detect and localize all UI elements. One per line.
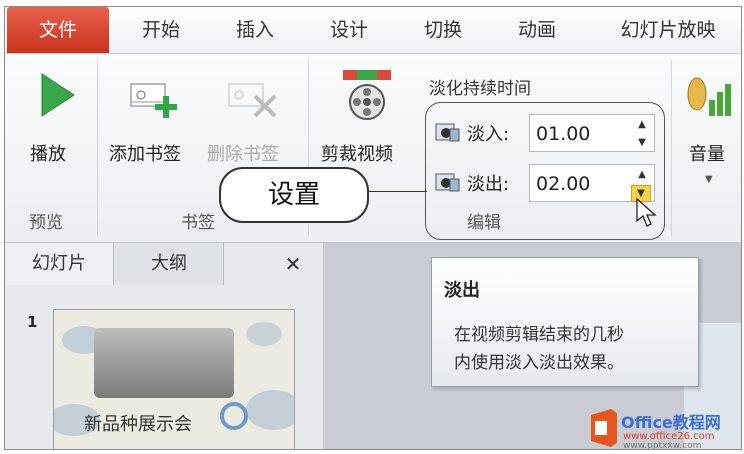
tab-transitions[interactable]: 切换 [397,7,489,53]
app-window: 文件 开始 插入 设计 切换 动画 幻灯片放映 播放 预览 添加书签 删除书签 … [4,6,742,450]
mouse-cursor-icon [636,197,657,227]
ribbon-tab-bar: 文件 开始 插入 设计 切换 动画 幻灯片放映 [5,7,741,54]
tab-animations[interactable]: 动画 [491,7,583,53]
tab-slides[interactable]: 幻灯片 [5,243,114,285]
fade-out-tooltip: 淡出 在视频剪辑结束的几秒 内使用淡入淡出效果。 [431,257,699,387]
trim-video-label: 剪裁视频 [321,144,393,165]
ribbon: 播放 预览 添加书签 删除书签 书签 剪裁视频 淡化持续时间 淡入: 01.00… [5,54,741,243]
watermark-url-2: www.pptxxw.com [623,441,702,450]
play-label: 播放 [30,144,66,165]
tab-slideshow[interactable]: 幻灯片放映 [595,7,741,53]
callout-leader-line [367,191,427,192]
remove-bookmark-label: 删除书签 [207,144,279,165]
tab-file[interactable]: 文件 [7,7,109,53]
fade-out-row: 淡出: 02.00 ▲ ▼ [435,164,661,202]
play-icon [41,73,75,117]
fade-out-up-icon[interactable]: ▲ [633,167,651,182]
fade-duration-title: 淡化持续时间 [429,79,531,99]
play-button[interactable]: 播放 [13,64,91,199]
tooltip-line-1: 在视频剪辑结束的几秒 [454,325,624,345]
fade-out-icon [435,173,460,192]
volume-dropdown-icon[interactable]: ▼ [705,174,713,185]
watermark-brand: Office教程网 [621,413,721,432]
office-logo-icon [591,409,617,447]
volume-icon [687,77,731,116]
slides-panel: 幻灯片 大纲 ✕ 1 新品种展示会 [5,243,324,449]
fade-in-value: 01.00 [536,123,591,145]
fade-in-input[interactable]: 01.00 ▲ ▼ [529,114,655,152]
tab-design[interactable]: 设计 [303,7,395,53]
fade-out-value: 02.00 [536,173,591,195]
fade-out-label: 淡出: [467,174,510,195]
add-bookmark-button[interactable]: 添加书签 [105,64,203,199]
fade-in-row: 淡入: 01.00 ▲ ▼ [435,114,661,152]
group-label-preview: 预览 [29,213,63,233]
fade-in-label: 淡入: [467,124,510,145]
group-label-bookmarks: 书签 [181,213,215,233]
slide-title: 新品种展示会 [84,414,192,435]
add-bookmark-label: 添加书签 [109,144,181,165]
tooltip-title: 淡出 [444,280,480,301]
watermark: Office教程网 www.office26.com www.pptxxw.co… [585,407,741,450]
slide-thumbnail[interactable]: 新品种展示会 [53,309,295,449]
group-divider [671,60,672,236]
trim-video-icon [343,70,391,120]
close-icon[interactable]: ✕ [275,243,311,285]
add-bookmark-icon [130,83,177,118]
group-divider [97,60,98,236]
tab-home[interactable]: 开始 [115,7,207,53]
tooltip-line-2: 内使用淡入淡出效果。 [454,353,624,373]
fade-in-icon [435,123,460,142]
fade-in-down-icon[interactable]: ▼ [633,135,651,150]
remove-bookmark-icon [228,83,277,118]
slide-number: 1 [27,313,38,331]
volume-label: 音量 [689,144,725,165]
callout-label: 设置 [219,167,369,223]
volume-button[interactable]: 音量 ▼ [677,64,741,194]
slide-photo [94,328,234,398]
group-label-editing: 编辑 [467,213,501,233]
tab-insert[interactable]: 插入 [209,7,301,53]
fade-in-up-icon[interactable]: ▲ [633,117,651,132]
tab-outline[interactable]: 大纲 [115,243,224,285]
